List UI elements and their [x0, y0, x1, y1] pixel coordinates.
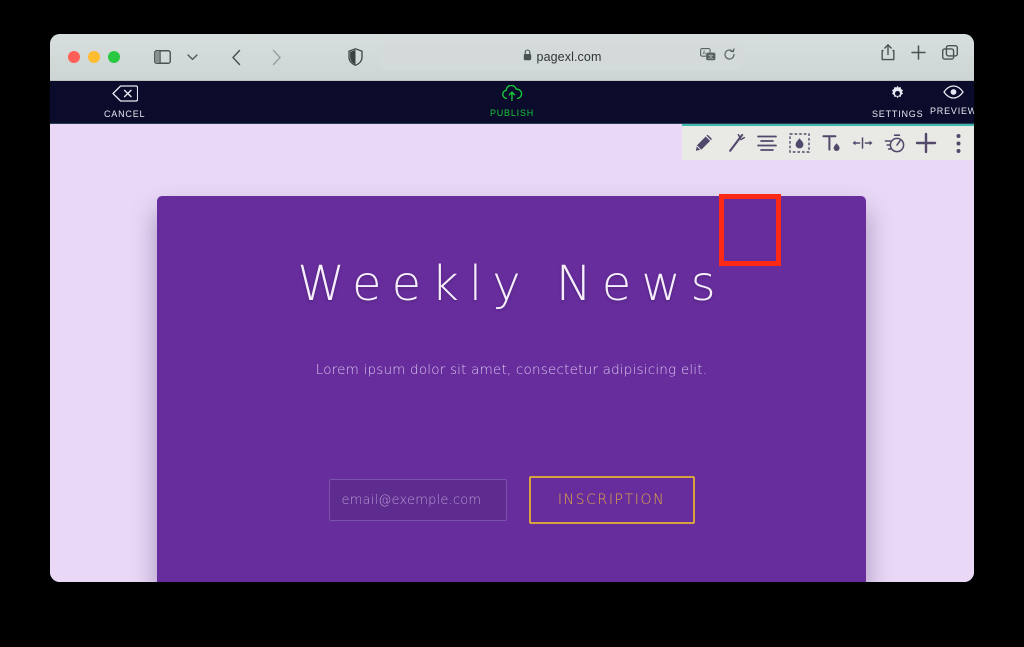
eye-icon — [943, 85, 964, 104]
chevron-down-icon[interactable] — [178, 44, 206, 70]
settings-button[interactable]: SETTINGS — [872, 85, 923, 119]
maximize-window-button[interactable] — [108, 51, 120, 63]
tab-overview-icon[interactable] — [941, 44, 958, 65]
cancel-label: CANCEL — [104, 109, 146, 119]
card-title: Weekly News — [297, 256, 726, 312]
background-color-icon[interactable] — [783, 126, 815, 160]
cloud-upload-icon — [501, 84, 523, 106]
screen: pagexl.com A文 CANCEL PUBLISH SETTINGS PR… — [0, 0, 1024, 647]
back-chevron-icon[interactable] — [222, 44, 250, 70]
email-input[interactable]: email@exemple.com — [328, 479, 507, 521]
animation-timer-icon[interactable] — [879, 126, 911, 160]
newsletter-card[interactable]: Weekly News Lorem ipsum dolor sit amet, … — [157, 196, 866, 582]
window-traffic-lights — [68, 51, 120, 63]
translate-icon[interactable]: A文 — [700, 48, 716, 66]
forward-chevron-icon[interactable] — [262, 44, 290, 70]
more-vertical-icon[interactable] — [942, 126, 974, 160]
svg-text:文: 文 — [708, 53, 714, 61]
publish-button[interactable]: PUBLISH — [489, 84, 535, 118]
browser-nav-group — [148, 44, 290, 70]
card-subtitle: Lorem ipsum dolor sit amet, consectetur … — [315, 362, 708, 378]
close-window-button[interactable] — [68, 51, 80, 63]
plus-add-icon[interactable] — [910, 126, 942, 160]
lock-icon — [523, 48, 532, 66]
preview-button[interactable]: PREVIEW — [930, 85, 974, 116]
editor-canvas: Weekly News Lorem ipsum dolor sit amet, … — [50, 124, 974, 582]
sidebar-toggle-icon[interactable] — [148, 44, 176, 70]
reload-icon[interactable] — [723, 48, 736, 66]
text-color-icon[interactable] — [815, 126, 847, 160]
pencil-edit-icon[interactable] — [688, 126, 720, 160]
element-edit-toolbar — [682, 124, 974, 160]
privacy-shield-icon[interactable] — [344, 46, 366, 68]
publish-label: PUBLISH — [489, 108, 535, 118]
address-bar-actions: A文 — [700, 48, 736, 66]
url-text: pagexl.com — [536, 50, 602, 64]
safari-toolbar: pagexl.com A文 — [50, 34, 974, 81]
safari-right-actions — [881, 44, 958, 66]
preview-label: PREVIEW — [930, 106, 974, 116]
cancel-button[interactable]: CANCEL — [104, 85, 145, 119]
address-bar[interactable]: pagexl.com A文 — [380, 44, 744, 70]
plus-icon[interactable] — [911, 45, 926, 65]
share-icon[interactable] — [881, 44, 895, 66]
spacing-icon[interactable] — [847, 126, 879, 160]
text-align-icon[interactable] — [752, 126, 784, 160]
settings-label: SETTINGS — [872, 109, 924, 119]
signup-form: email@exemple.com INSCRIPTION — [157, 476, 866, 524]
browser-window: pagexl.com A文 CANCEL PUBLISH SETTINGS PR… — [50, 34, 974, 582]
minimize-window-button[interactable] — [88, 51, 100, 63]
delete-x-icon — [112, 85, 138, 107]
gear-icon — [889, 85, 906, 107]
svg-text:A: A — [702, 50, 706, 56]
magic-wand-icon[interactable] — [720, 126, 752, 160]
app-header: CANCEL PUBLISH SETTINGS PREVIEW — [50, 81, 974, 124]
inscription-button[interactable]: INSCRIPTION — [528, 476, 695, 524]
